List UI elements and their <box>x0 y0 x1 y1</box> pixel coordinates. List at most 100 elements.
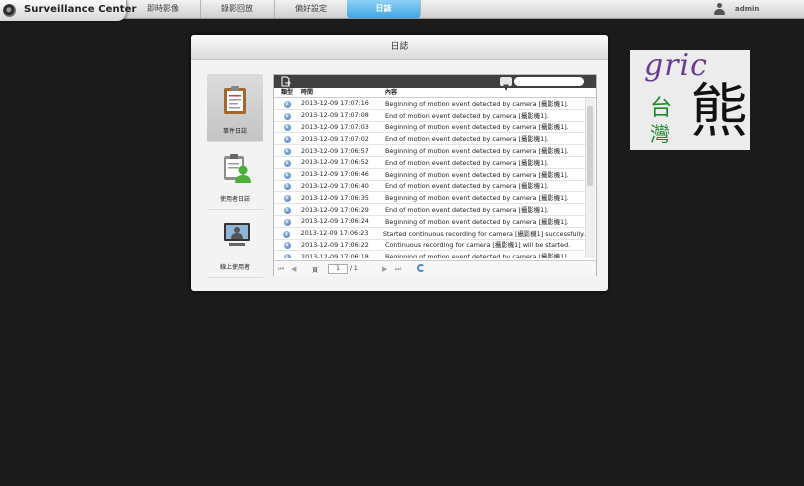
sidebar-item-user-log[interactable]: 使用者日誌 <box>207 142 263 210</box>
content-cell: End of motion event detected by camera [… <box>385 135 549 144</box>
info-icon: i <box>283 159 291 167</box>
table-row[interactable]: i 2013-12-09 17:06:22 Continuous recording… <box>274 240 585 252</box>
column-header-content[interactable]: 內容 <box>384 88 596 97</box>
table-row[interactable]: i 2013-12-09 17:07:03 Beginning of motion … <box>274 122 585 134</box>
sidebar-item-label: 使用者日誌 <box>219 196 250 203</box>
export-icon[interactable] <box>281 76 291 87</box>
filter-icon <box>503 84 509 91</box>
vertical-scrollbar[interactable] <box>585 98 595 258</box>
column-header-time[interactable]: 時間 <box>300 88 384 97</box>
log-table-body: i 2013-12-09 17:07:16 Beginning of motion … <box>274 98 585 258</box>
type-cell: i <box>274 181 300 191</box>
info-icon: i <box>283 207 291 215</box>
table-row[interactable]: i 2013-12-09 17:07:16 Beginning of motion … <box>274 98 585 110</box>
info-icon: i <box>283 195 291 203</box>
dialog-title: 日誌 <box>191 35 608 60</box>
app-title: Surveillance Center <box>24 4 137 15</box>
info-icon: i <box>283 148 291 156</box>
search-input[interactable] <box>514 77 584 86</box>
content-cell: Beginning of motion event detected by ca… <box>385 194 569 203</box>
prev-page-icon[interactable]: ◀ <box>291 265 296 273</box>
sidebar-item-label: 線上使用者 <box>219 264 250 271</box>
time-cell: 2013-12-09 17:06:18 <box>301 252 369 258</box>
table-row[interactable]: i 2013-12-09 17:07:08 End of motion event … <box>274 110 585 122</box>
content-cell: Beginning of motion event detected by ca… <box>385 123 569 132</box>
time-cell: 2013-12-09 17:06:46 <box>301 170 369 179</box>
time-cell: 2013-12-09 17:06:24 <box>301 217 369 226</box>
first-page-icon[interactable]: ⏮ <box>278 265 284 274</box>
type-cell: i <box>274 217 300 226</box>
app-logo: Surveillance Center <box>0 0 136 21</box>
table-header: 類型 時間 內容 <box>274 88 596 98</box>
content-cell: Beginning of motion event detected by ca… <box>385 217 569 226</box>
type-cell: i <box>274 252 300 258</box>
sidebar-item-online-users[interactable]: 線上使用者 <box>207 210 263 278</box>
time-cell: 2013-12-09 17:07:08 <box>301 111 369 120</box>
main-tabs: 即時影像 錄影回放 偏好設定 日誌 <box>126 0 421 18</box>
last-page-icon[interactable]: ⏭ <box>395 265 401 274</box>
time-cell: 2013-12-09 17:07:16 <box>301 99 369 108</box>
time-cell: 2013-12-09 17:07:03 <box>301 122 369 131</box>
table-row[interactable]: i 2013-12-09 17:06:35 Beginning of motion … <box>274 192 585 205</box>
info-icon: i <box>283 124 291 132</box>
type-cell: i <box>274 193 300 203</box>
type-cell: i <box>274 122 300 132</box>
table-row[interactable]: i 2013-12-09 17:06:29 End of motion event … <box>274 204 585 216</box>
content-cell: End of motion event detected by camera [… <box>385 182 549 191</box>
user-log-icon <box>224 154 251 183</box>
table-row[interactable]: i 2013-12-09 17:06:23 Started continuous r… <box>274 228 585 240</box>
tab-live-view[interactable]: 即時影像 <box>126 0 201 18</box>
info-icon: i <box>283 100 291 108</box>
type-cell: i <box>274 146 300 156</box>
monitor-user-icon <box>224 223 250 246</box>
watermark-char: 熊 <box>690 77 749 145</box>
type-cell: i <box>274 158 300 167</box>
info-icon: i <box>283 183 291 191</box>
log-sidebar: 事件日誌 使用者日誌 線上使用者 <box>207 74 263 284</box>
content-cell: Started continuous recording for camera … <box>382 229 585 238</box>
sidebar-item-label: 事件日誌 <box>222 128 247 135</box>
column-header-type[interactable]: 類型 <box>274 88 300 97</box>
content-cell: End of motion event detected by camera [… <box>385 206 549 215</box>
sidebar-item-event-log[interactable]: 事件日誌 <box>207 74 263 142</box>
type-cell: i <box>274 170 300 179</box>
filter-button[interactable] <box>500 77 512 91</box>
time-cell: 2013-12-09 17:06:22 <box>301 240 369 249</box>
content-cell: Beginning of motion event detected by ca… <box>385 253 569 258</box>
type-cell: i <box>274 134 300 144</box>
refresh-icon[interactable] <box>417 264 425 272</box>
table-row[interactable]: i 2013-12-09 17:07:02 End of motion event … <box>274 133 585 146</box>
page-total: / 1 <box>350 265 358 272</box>
page-number-input[interactable]: 1 <box>328 264 348 274</box>
user-name[interactable]: admin <box>735 5 759 13</box>
table-row[interactable]: i 2013-12-09 17:06:24 Beginning of motion … <box>274 216 585 228</box>
table-row[interactable]: i 2013-12-09 17:06:52 End of motion event … <box>274 157 585 169</box>
watermark-logo: gric 台 灣 熊 <box>630 48 750 150</box>
time-cell: 2013-12-09 17:06:23 <box>300 229 369 238</box>
camera-icon <box>3 4 16 17</box>
event-log-panel: 類型 時間 內容 i 2013-12-09 17:07:16 Beginning o… <box>273 74 597 276</box>
time-cell: 2013-12-09 17:06:35 <box>301 193 369 202</box>
tab-playback[interactable]: 錄影回放 <box>200 0 275 18</box>
log-toolbar <box>274 75 596 91</box>
table-row[interactable]: i 2013-12-09 17:06:40 End of motion event … <box>274 181 585 193</box>
table-row[interactable]: i 2013-12-09 17:06:46 Beginning of motion … <box>274 169 585 181</box>
user-icon[interactable] <box>714 3 725 15</box>
tab-logs[interactable]: 日誌 <box>347 0 421 18</box>
table-row[interactable]: i 2013-12-09 17:06:57 Beginning of motion … <box>274 145 585 157</box>
watermark-char: 灣 <box>650 122 670 146</box>
next-page-icon[interactable]: ▶ <box>382 265 387 273</box>
time-cell: 2013-12-09 17:06:52 <box>301 158 369 167</box>
content-cell: Beginning of motion event detected by ca… <box>385 147 569 156</box>
clipboard-icon <box>224 86 246 114</box>
type-cell: i <box>274 229 300 238</box>
info-icon: i <box>283 242 291 250</box>
content-cell: Beginning of motion event detected by ca… <box>385 99 569 108</box>
table-row[interactable]: i 2013-12-09 17:06:18 Beginning of motion … <box>274 251 585 258</box>
tab-preferences[interactable]: 偏好設定 <box>274 0 349 18</box>
time-cell: 2013-12-09 17:07:02 <box>301 134 369 143</box>
scrollbar-thumb[interactable] <box>587 106 593 186</box>
log-dialog: 日誌 事件日誌 使用者日誌 線上使用者 類型 時間 內容 i 2013-12-0… <box>191 35 608 291</box>
info-icon: i <box>283 230 291 238</box>
info-icon: i <box>283 171 291 179</box>
